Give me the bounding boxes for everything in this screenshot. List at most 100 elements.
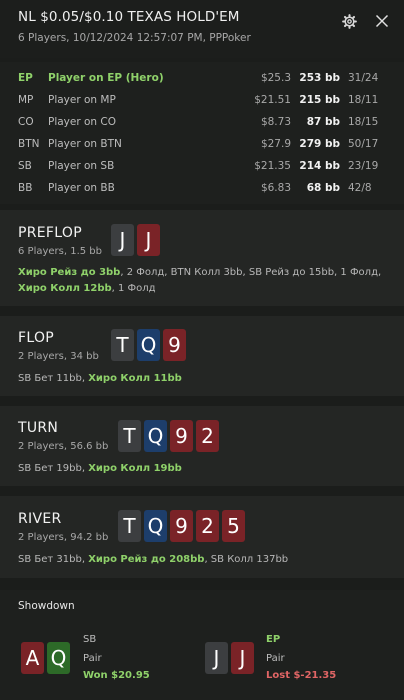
showdown-cards-right: J J (205, 642, 254, 674)
action-text: SB Бет 19bb, (18, 463, 89, 474)
street-name: PREFLOP (18, 225, 82, 241)
hand-header: NL $0.05/$0.10 TEXAS HOLD'EM 6 Players, … (0, 0, 404, 58)
player-row: EP Player on EP (Hero) $25.3 253 bb 31/2… (0, 68, 404, 90)
player-row: BB Player on BB $6.83 68 bb 42/8 (0, 178, 404, 200)
street-turn: TURN 2 Players, 56.6 bb T Q 9 2 SB Бет 1… (0, 406, 404, 486)
street-info: 6 Players, 1.5 bb (18, 246, 103, 257)
playing-card: 9 (170, 420, 193, 452)
street-actions: Хиро Рейз до 3bb, 2 Фолд, BTN Колл 3bb, … (18, 265, 390, 297)
player-stats: 31/24 (348, 72, 379, 84)
player-stats: 18/15 (348, 116, 379, 128)
street-actions: SB Бет 11bb, Хиро Колл 11bb (18, 371, 390, 387)
player-position: EP (18, 72, 33, 84)
street-name: TURN (18, 420, 59, 436)
showdown-hand-rank: Pair (83, 653, 102, 664)
player-position: BB (18, 182, 33, 194)
playing-card: 9 (170, 510, 193, 542)
player-name: Player on MP (48, 94, 116, 106)
showdown-cards-left: A Q (21, 642, 70, 674)
showdown-hand-rank: Pair (266, 653, 285, 664)
street-name: FLOP (18, 330, 55, 346)
street-preflop: PREFLOP 6 Players, 1.5 bb J J Хиро Рейз … (0, 210, 404, 306)
player-position: CO (18, 116, 34, 128)
player-stats: 18/11 (348, 94, 379, 106)
playing-card: J (137, 224, 160, 256)
player-stack-bb: 215 bb (299, 94, 340, 106)
action-text: SB Бет 31bb, (18, 554, 89, 565)
playing-card: A (21, 642, 44, 674)
player-stack: $21.51 (254, 94, 291, 106)
playing-card: J (111, 224, 134, 256)
action-text: Хиро Колл 11bb (88, 373, 182, 384)
player-stack-bb: 68 bb (306, 182, 340, 194)
player-stack: $27.9 (260, 138, 291, 150)
action-text: , SB Колл 137bb (204, 554, 289, 565)
action-text: Хиро Рейз до 3bb (18, 267, 121, 278)
street-info: 2 Players, 94.2 bb (18, 532, 109, 543)
player-stats: 42/8 (348, 182, 372, 194)
player-stack: $6.83 (260, 182, 291, 194)
close-icon[interactable] (375, 14, 389, 28)
player-stack: $8.73 (260, 116, 291, 128)
hand-subtitle: 6 Players, 10/12/2024 12:57:07 PM, PPPok… (18, 32, 251, 44)
player-stats: 50/17 (348, 138, 379, 150)
playing-card: 2 (196, 510, 219, 542)
action-text: , 1 Фолд (111, 283, 156, 294)
street-cards: T Q 9 2 5 (118, 510, 245, 542)
action-text: , 2 Фолд, BTN Колл 3bb, SB Рейз до 15bb,… (120, 267, 382, 278)
street-info: 2 Players, 34 bb (18, 351, 99, 362)
player-position: BTN (18, 138, 40, 150)
playing-card: T (118, 420, 141, 452)
action-text: Хиро Колл 19bb (88, 463, 182, 474)
player-stack-bb: 279 bb (299, 138, 340, 150)
action-text: Хиро Колл 12bb (18, 283, 112, 294)
player-row: MP Player on MP $21.51 215 bb 18/11 (0, 90, 404, 112)
street-name: RIVER (18, 511, 62, 527)
player-stack: $21.35 (254, 160, 291, 172)
playing-card: T (118, 510, 141, 542)
hand-title: NL $0.05/$0.10 TEXAS HOLD'EM (18, 9, 240, 25)
playing-card: T (111, 329, 134, 361)
player-stack-bb: 214 bb (299, 160, 340, 172)
action-text: Хиро Рейз до 208bb (88, 554, 205, 565)
street-cards: T Q 9 2 (118, 420, 219, 452)
playing-card: Q (137, 329, 160, 361)
player-row: BTN Player on BTN $27.9 279 bb 50/17 (0, 134, 404, 156)
street-actions: SB Бет 31bb, Хиро Рейз до 208bb, SB Колл… (18, 552, 390, 568)
street-flop: FLOP 2 Players, 34 bb T Q 9 SB Бет 11bb,… (0, 316, 404, 396)
gear-icon[interactable] (342, 14, 357, 29)
player-row: CO Player on CO $8.73 87 bb 18/15 (0, 112, 404, 134)
player-name: Player on EP (Hero) (48, 72, 164, 84)
player-stats: 23/19 (348, 160, 379, 172)
showdown-result: Won $20.95 (83, 670, 150, 681)
players-table: EP Player on EP (Hero) $25.3 253 bb 31/2… (0, 62, 404, 204)
player-position: SB (18, 160, 32, 172)
showdown-title: Showdown (18, 600, 75, 612)
playing-card: Q (144, 510, 167, 542)
showdown-panel: Showdown A Q SB Pair Won $20.95 J J EP P… (0, 590, 404, 700)
playing-card: Q (144, 420, 167, 452)
showdown-position: SB (83, 634, 97, 645)
playing-card: Q (47, 642, 70, 674)
playing-card: 9 (163, 329, 186, 361)
playing-card: J (231, 642, 254, 674)
showdown-result: Lost $-21.35 (266, 670, 337, 681)
street-cards: J J (111, 224, 160, 256)
playing-card: 2 (196, 420, 219, 452)
showdown-position: EP (266, 634, 281, 645)
action-text: SB Бет 11bb, (18, 373, 89, 384)
player-name: Player on BTN (48, 138, 122, 150)
playing-card: J (205, 642, 228, 674)
street-cards: T Q 9 (111, 329, 186, 361)
street-info: 2 Players, 56.6 bb (18, 441, 109, 452)
player-stack-bb: 87 bb (306, 116, 340, 128)
player-row: SB Player on SB $21.35 214 bb 23/19 (0, 156, 404, 178)
playing-card: 5 (222, 510, 245, 542)
player-stack-bb: 253 bb (299, 72, 340, 84)
player-stack: $25.3 (260, 72, 291, 84)
street-actions: SB Бет 19bb, Хиро Колл 19bb (18, 461, 390, 477)
player-name: Player on BB (48, 182, 115, 194)
player-name: Player on CO (48, 116, 117, 128)
player-name: Player on SB (48, 160, 115, 172)
street-river: RIVER 2 Players, 94.2 bb T Q 9 2 5 SB Бе… (0, 496, 404, 578)
